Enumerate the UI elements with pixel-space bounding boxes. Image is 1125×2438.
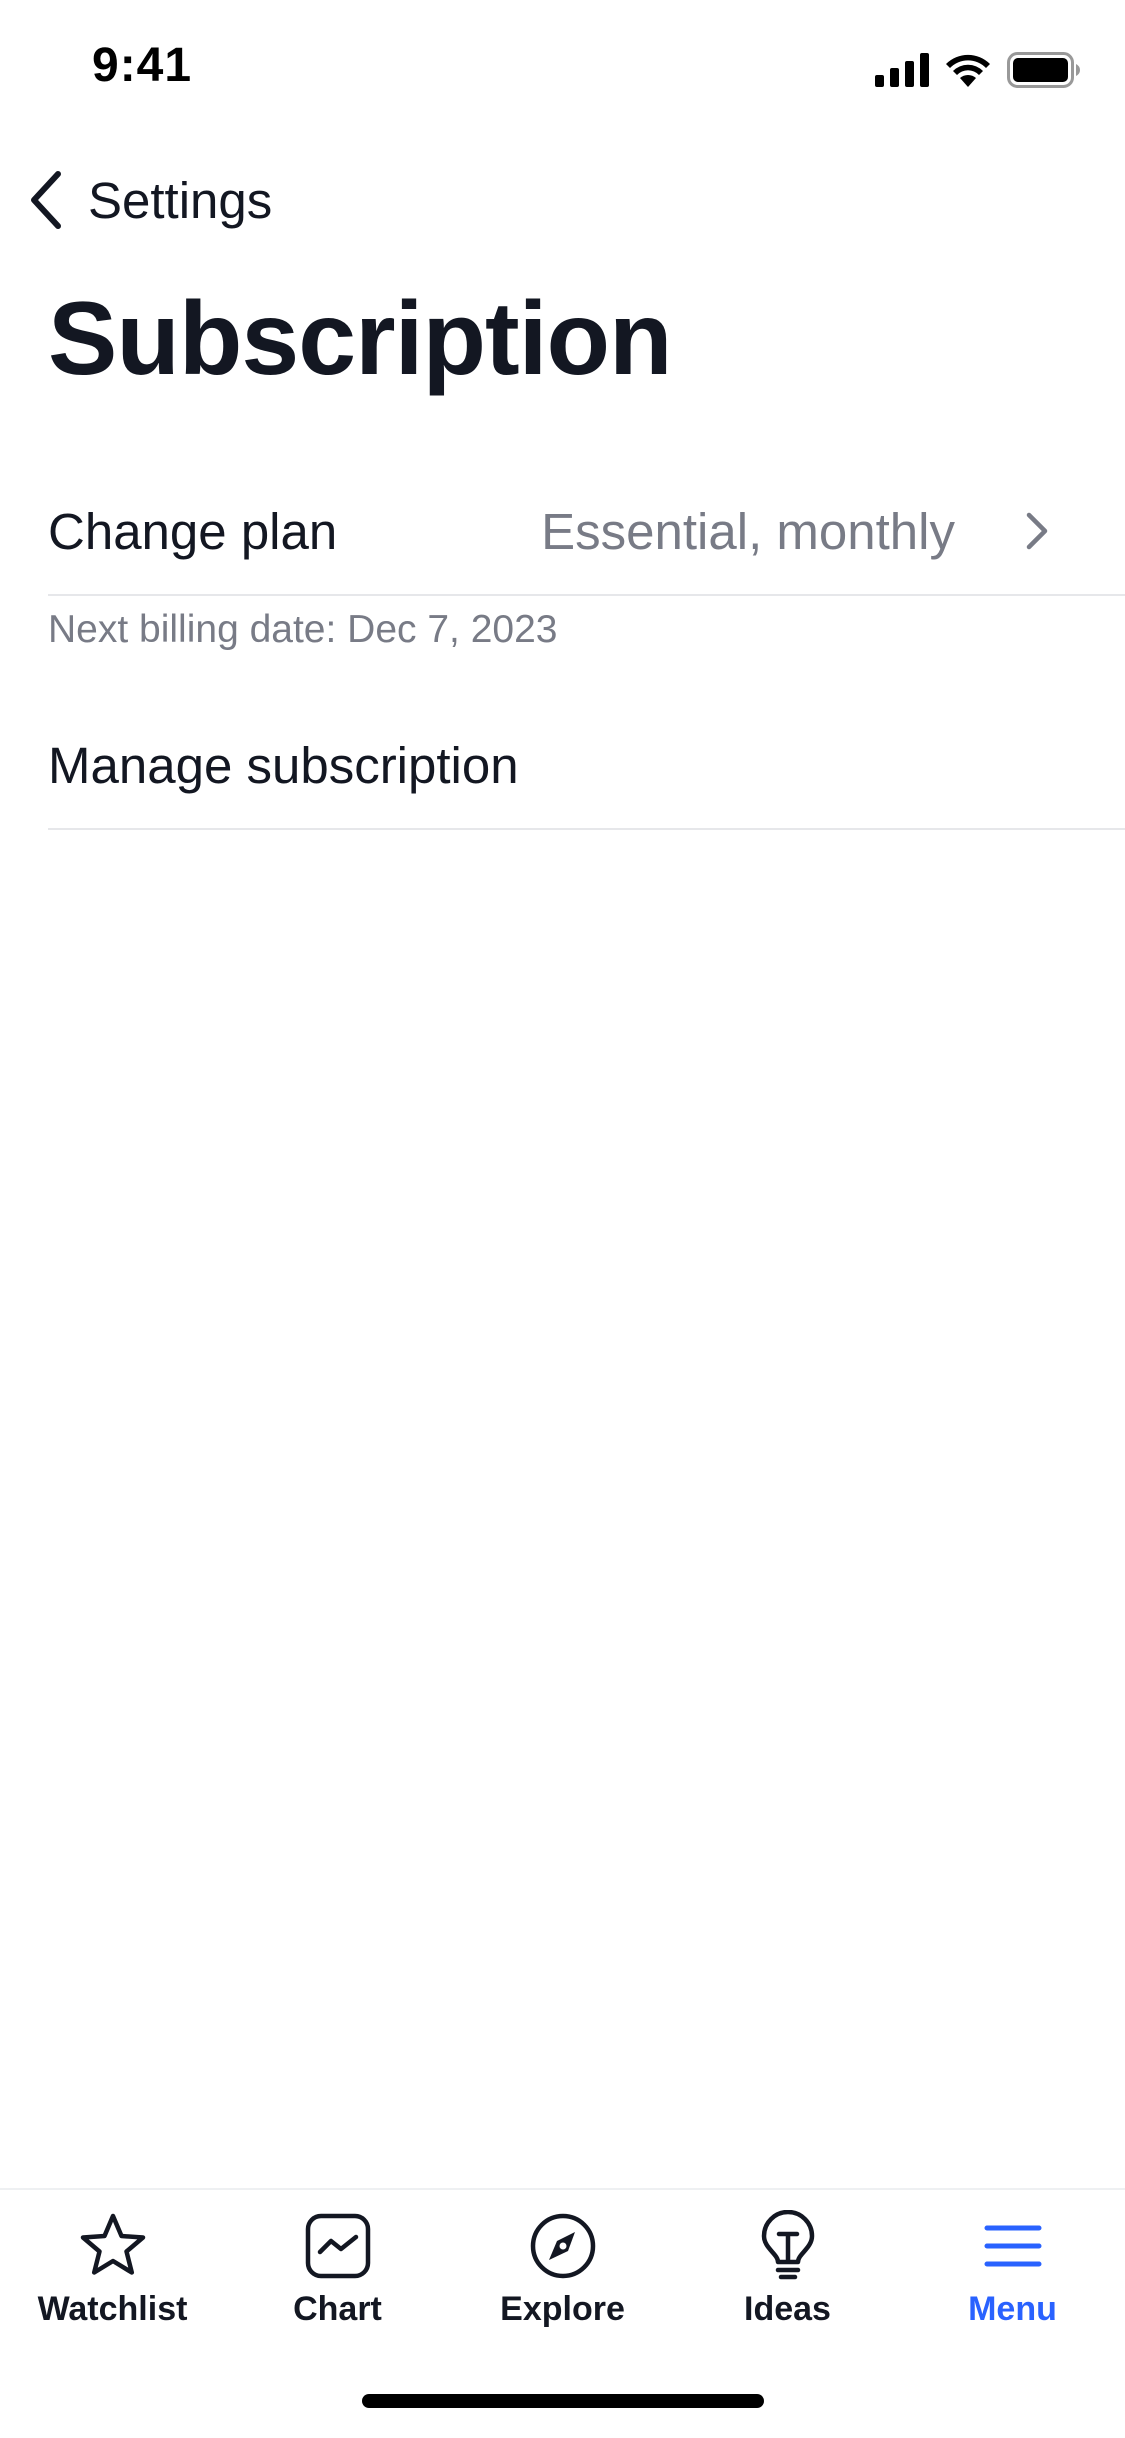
- wifi-icon: [946, 54, 990, 87]
- tab-watchlist[interactable]: Watchlist: [0, 2210, 225, 2360]
- tab-label: Menu: [968, 2290, 1057, 2328]
- status-time: 9:41: [92, 39, 193, 92]
- chart-icon: [305, 2213, 370, 2279]
- change-plan-row[interactable]: Change plan Essential, monthly: [48, 468, 1125, 596]
- tab-label: Explore: [500, 2290, 625, 2328]
- chevron-right-icon: [1026, 512, 1048, 550]
- chevron-left-icon: [31, 171, 61, 229]
- next-billing-date: Next billing date: Dec 7, 2023: [48, 608, 558, 651]
- current-plan-value: Essential, monthly: [541, 502, 955, 560]
- page-title: Subscription: [48, 281, 673, 397]
- manage-subscription-row[interactable]: Manage subscription: [48, 702, 1125, 830]
- status-icons: [875, 50, 1081, 90]
- tab-label: Watchlist: [37, 2290, 188, 2328]
- back-label: Settings: [88, 171, 273, 229]
- compass-icon: [530, 2213, 595, 2279]
- tab-label: Chart: [293, 2290, 382, 2328]
- tab-explore[interactable]: Explore: [450, 2210, 675, 2360]
- change-plan-label: Change plan: [48, 502, 338, 560]
- manage-subscription-label: Manage subscription: [48, 736, 519, 794]
- lightbulb-icon: [761, 2210, 814, 2280]
- tab-chart[interactable]: Chart: [225, 2210, 450, 2360]
- home-indicator: [362, 2394, 764, 2408]
- star-icon: [80, 2213, 145, 2275]
- tab-label: Ideas: [744, 2290, 831, 2328]
- tab-menu[interactable]: Menu: [900, 2210, 1125, 2360]
- battery-icon: [1007, 52, 1080, 88]
- tab-ideas[interactable]: Ideas: [675, 2210, 900, 2360]
- back-button[interactable]: Settings: [24, 160, 272, 240]
- menu-icon: [984, 2225, 1041, 2267]
- status-bar: 9:41: [0, 0, 1125, 140]
- cellular-signal-icon: [875, 53, 929, 87]
